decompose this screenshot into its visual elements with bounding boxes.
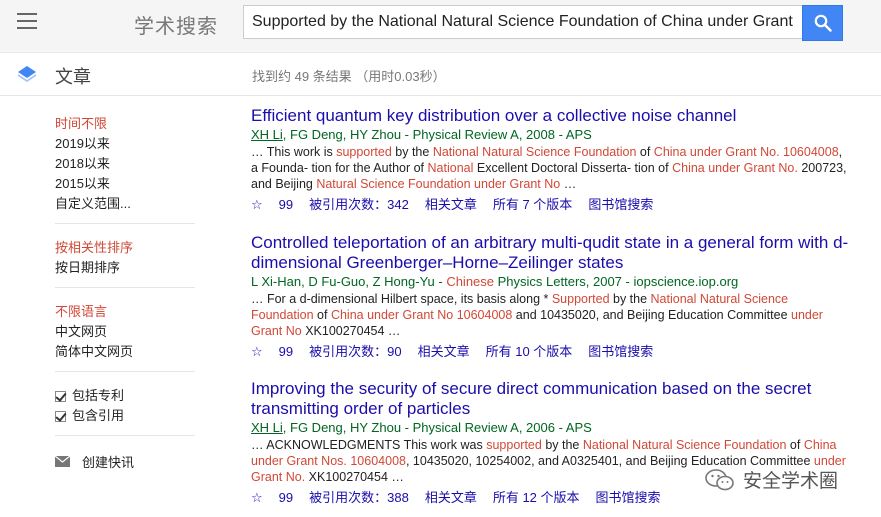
include-citations-checkbox[interactable]: 包含引用 bbox=[55, 406, 195, 426]
cited-by-link[interactable]: 被引用次数：342 bbox=[309, 195, 409, 215]
result-snippet: … This work is supported by the National… bbox=[251, 144, 851, 192]
snippet-highlight: National Natural Science Foundation bbox=[582, 438, 787, 452]
search-result: Controlled teleportation of an arbitrary… bbox=[251, 233, 851, 362]
cite-quote-icon[interactable]: 99 bbox=[279, 488, 293, 508]
include-citations-label: 包含引用 bbox=[72, 408, 125, 423]
cited-by-link[interactable]: 被引用次数：90 bbox=[309, 342, 401, 362]
lang-any[interactable]: 不限语言 bbox=[55, 302, 195, 322]
snippet-highlight: Natural Science Foundation under Grant N… bbox=[316, 177, 561, 191]
snippet-text: Excellent Doctoral Disserta- tion of bbox=[473, 161, 673, 175]
divider bbox=[55, 223, 195, 224]
envelope-icon bbox=[55, 456, 70, 467]
all-versions-link[interactable]: 所有 7 个版本 bbox=[493, 195, 572, 215]
save-star-icon[interactable]: ☆ bbox=[251, 488, 263, 508]
scholar-logo[interactable]: 学术搜索 bbox=[134, 10, 218, 39]
wechat-watermark: 安全学术圈 bbox=[705, 466, 838, 493]
snippet-text: by the bbox=[391, 145, 433, 159]
cited-by-link[interactable]: 被引用次数：388 bbox=[309, 488, 409, 508]
result-actions: ☆ 99 被引用次数：90 相关文章 所有 10 个版本 图书馆搜索 bbox=[251, 342, 851, 362]
divider bbox=[55, 371, 195, 372]
snippet-highlight: supported bbox=[486, 438, 542, 452]
filter-any-time[interactable]: 时间不限 bbox=[55, 114, 195, 134]
result-source: , FG Deng, HY Zhou - Physical Review A, … bbox=[282, 127, 592, 142]
search-result: Efficient quantum key distribution over … bbox=[251, 106, 851, 215]
filter-since-2019[interactable]: 2019以来 bbox=[55, 134, 195, 154]
related-articles-link[interactable]: 相关文章 bbox=[425, 488, 477, 508]
snippet-text: of bbox=[786, 438, 804, 452]
snippet-highlight: National Natural Science Foundation bbox=[432, 145, 637, 159]
result-title[interactable]: Improving the security of secure direct … bbox=[251, 379, 851, 419]
library-search-link[interactable]: 图书馆搜索 bbox=[596, 488, 661, 508]
snippet-text: of bbox=[636, 145, 654, 159]
filter-since-2015[interactable]: 2015以来 bbox=[55, 174, 195, 194]
menu-icon[interactable] bbox=[17, 13, 37, 29]
related-articles-link[interactable]: 相关文章 bbox=[418, 342, 470, 362]
result-snippet: … For a d-dimensional Hilbert space, its… bbox=[251, 291, 851, 339]
meta-highlight: Chinese bbox=[446, 274, 495, 289]
related-articles-link[interactable]: 相关文章 bbox=[425, 195, 477, 215]
checkbox-checked-icon bbox=[55, 390, 66, 402]
snippet-text: by the bbox=[541, 438, 583, 452]
top-bar: 学术搜索 bbox=[0, 0, 881, 53]
snippet-text: … ACKNOWLEDGMENTS This work was bbox=[251, 438, 487, 452]
result-actions: ☆ 99 被引用次数：342 相关文章 所有 7 个版本 图书馆搜索 bbox=[251, 195, 851, 215]
library-search-link[interactable]: 图书馆搜索 bbox=[588, 342, 653, 362]
snippet-highlight: China under Grant No. 10604008 bbox=[653, 145, 839, 159]
cite-quote-icon[interactable]: 99 bbox=[279, 342, 293, 362]
all-versions-link[interactable]: 所有 10 个版本 bbox=[486, 342, 573, 362]
save-star-icon[interactable]: ☆ bbox=[251, 342, 263, 362]
search-button[interactable] bbox=[802, 5, 843, 41]
author-link[interactable]: XH Li bbox=[251, 420, 283, 435]
snippet-text: and 10435020, and Beijing Education Comm… bbox=[512, 308, 791, 322]
save-star-icon[interactable]: ☆ bbox=[251, 195, 263, 215]
snippet-highlight: supported bbox=[336, 145, 392, 159]
snippet-highlight: China under Grant No. bbox=[672, 161, 798, 175]
articles-icon bbox=[18, 66, 36, 82]
include-patents-label: 包括专利 bbox=[72, 388, 125, 403]
sub-header: 文章 找到约 49 条结果 （用时0.03秒） bbox=[0, 53, 881, 96]
snippet-text: by the bbox=[609, 292, 651, 306]
filter-since-2018[interactable]: 2018以来 bbox=[55, 154, 195, 174]
search-input[interactable] bbox=[244, 6, 802, 38]
sidebar: 时间不限 2019以来 2018以来 2015以来 自定义范围... 按相关性排… bbox=[55, 114, 195, 471]
snippet-text: … This work is bbox=[251, 145, 337, 159]
result-meta: XH Li, FG Deng, HY Zhou - Physical Revie… bbox=[251, 419, 851, 437]
library-search-link[interactable]: 图书馆搜索 bbox=[588, 195, 653, 215]
result-source: , FG Deng, HY Zhou - Physical Review A, … bbox=[282, 420, 592, 435]
snippet-highlight: China under Grant No 10604008 bbox=[330, 308, 513, 322]
articles-section-label: 文章 bbox=[55, 67, 91, 87]
snippet-highlight: National bbox=[427, 161, 474, 175]
watermark-text: 安全学术圈 bbox=[743, 471, 839, 492]
author-link[interactable]: XH Li bbox=[251, 127, 283, 142]
divider bbox=[55, 287, 195, 288]
snippet-text: XK100270454 … bbox=[301, 324, 401, 338]
checkbox-checked-icon bbox=[55, 410, 66, 422]
search-box[interactable] bbox=[243, 5, 802, 39]
cite-quote-icon[interactable]: 99 bbox=[279, 195, 293, 215]
include-patents-checkbox[interactable]: 包括专利 bbox=[55, 386, 195, 406]
snippet-text: … For a d-dimensional Hilbert space, its… bbox=[251, 292, 552, 306]
wechat-icon bbox=[705, 468, 734, 490]
result-title[interactable]: Controlled teleportation of an arbitrary… bbox=[251, 233, 851, 273]
result-title[interactable]: Efficient quantum key distribution over … bbox=[251, 106, 851, 126]
lang-chinese-pages[interactable]: 中文网页 bbox=[55, 322, 195, 342]
snippet-highlight: Supported bbox=[551, 292, 610, 306]
filter-custom-range[interactable]: 自定义范围... bbox=[55, 194, 195, 214]
result-source: Physics Letters, 2007 - iopscience.iop.o… bbox=[494, 274, 739, 289]
snippet-text: of bbox=[313, 308, 331, 322]
search-icon bbox=[814, 14, 832, 32]
snippet-text: XK100270454 … bbox=[305, 470, 404, 484]
create-alert-label: 创建快讯 bbox=[82, 455, 135, 470]
result-authors: L Xi-Han, D Fu-Guo, Z Hong-Yu - bbox=[251, 274, 447, 289]
sort-by-relevance[interactable]: 按相关性排序 bbox=[55, 238, 195, 258]
result-meta: L Xi-Han, D Fu-Guo, Z Hong-Yu - Chinese … bbox=[251, 273, 851, 291]
all-versions-link[interactable]: 所有 12 个版本 bbox=[493, 488, 580, 508]
snippet-text: … bbox=[560, 177, 577, 191]
result-stats: 找到约 49 条结果 （用时0.03秒） bbox=[252, 69, 446, 84]
divider bbox=[55, 435, 195, 436]
create-alert-button[interactable]: 创建快讯 bbox=[55, 452, 195, 471]
sort-by-date[interactable]: 按日期排序 bbox=[55, 258, 195, 278]
result-meta: XH Li, FG Deng, HY Zhou - Physical Revie… bbox=[251, 126, 851, 144]
lang-simplified-chinese[interactable]: 简体中文网页 bbox=[55, 342, 195, 362]
